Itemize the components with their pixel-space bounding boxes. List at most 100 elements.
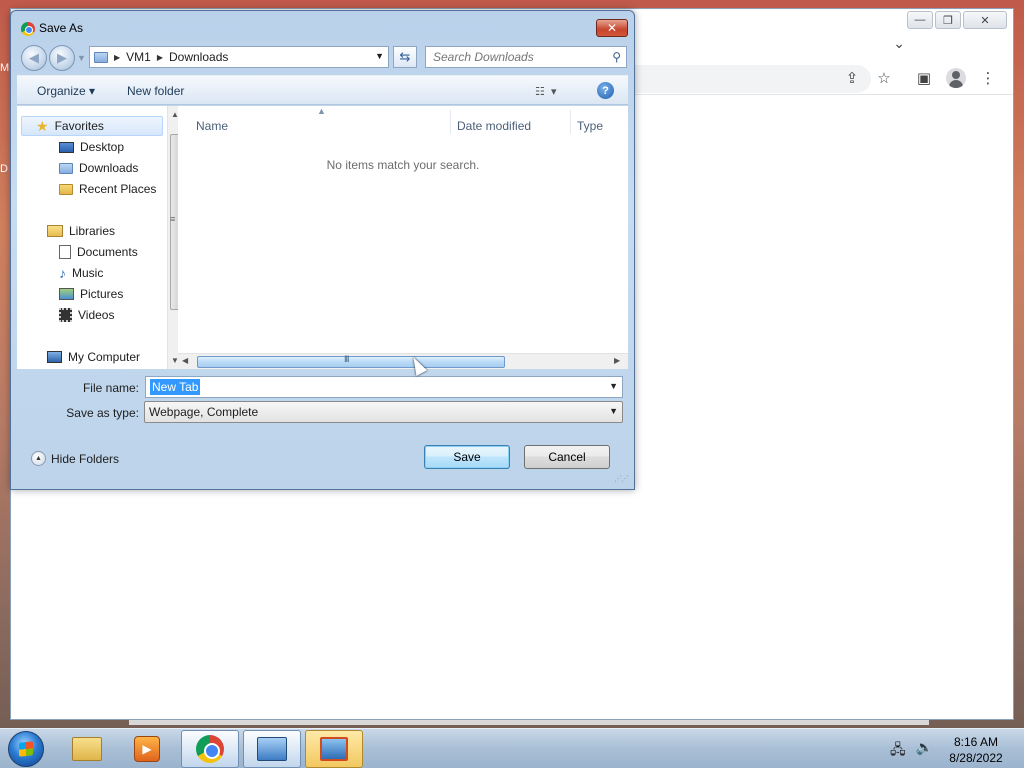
menu-kebab-icon[interactable]: ⋮ <box>977 67 999 89</box>
cancel-button[interactable]: Cancel <box>524 445 610 469</box>
nav-item-my-computer[interactable]: My Computer <box>47 347 140 367</box>
system-clock[interactable]: 8:16 AM 8/28/2022 <box>940 734 1012 766</box>
window-controls: — ❐ ✕ <box>907 11 1007 29</box>
file-name-combobox[interactable]: New Tab ▼ <box>145 376 623 398</box>
breadcrumb-separator-icon[interactable]: ▶ <box>114 53 120 62</box>
column-header-type[interactable]: Type <box>577 119 603 133</box>
documents-icon <box>59 245 71 259</box>
share-icon[interactable]: ⇪ <box>841 67 863 89</box>
nav-item-label: Downloads <box>79 161 139 175</box>
column-header-name[interactable]: Name <box>196 119 228 133</box>
downloads-folder-icon <box>59 162 73 174</box>
folder-icon <box>94 51 108 63</box>
save-as-type-value: Webpage, Complete <box>149 405 259 419</box>
desktop-label-fragment: M <box>0 62 10 74</box>
save-as-type-select[interactable]: Webpage, Complete ▼ <box>144 401 623 423</box>
network-icon[interactable]: 🖧 <box>890 739 906 763</box>
resize-grip-icon[interactable]: ⋰⋰ <box>614 474 629 483</box>
breadcrumb[interactable]: ▶ VM1 ▶ Downloads ▼ <box>89 46 389 68</box>
taskbar-network-app-button[interactable] <box>243 730 301 768</box>
nav-item-label: Videos <box>78 308 115 322</box>
film-strip-icon <box>59 308 72 322</box>
pictures-icon <box>59 288 74 300</box>
nav-item-label: Music <box>72 266 104 280</box>
breadcrumb-item-vm1[interactable]: VM1 <box>126 50 151 64</box>
taskbar-chrome-button[interactable] <box>181 730 239 768</box>
taskbar-explorer-button[interactable] <box>58 730 116 768</box>
scroll-left-arrow-icon[interactable]: ◀ <box>182 356 188 365</box>
desktop-icon <box>59 141 74 153</box>
file-name-input[interactable]: New Tab <box>150 379 201 395</box>
hide-folders-button[interactable]: ▲ Hide Folders <box>31 451 119 466</box>
computer-icon <box>47 351 62 363</box>
star-icon: ★ <box>36 117 49 134</box>
scroll-right-arrow-icon[interactable]: ▶ <box>614 356 620 365</box>
save-button[interactable]: Save <box>424 445 510 469</box>
organize-menu-button[interactable]: Organize ▾ <box>37 84 95 98</box>
nav-item-label: Libraries <box>69 224 116 238</box>
empty-results-message: No items match your search. <box>326 158 480 172</box>
breadcrumb-item-downloads[interactable]: Downloads <box>169 50 228 64</box>
new-folder-button[interactable]: New folder <box>127 84 184 98</box>
forward-arrow-icon[interactable]: ▶ <box>49 45 75 71</box>
help-icon[interactable]: ? <box>597 82 614 99</box>
breadcrumb-separator-icon[interactable]: ▶ <box>157 53 163 62</box>
file-name-dropdown-chevron-icon[interactable]: ▼ <box>609 381 618 391</box>
volume-icon[interactable]: 🔈 <box>916 739 933 763</box>
system-tray: 🖧 🔈 <box>890 739 933 763</box>
search-box[interactable]: ⚲ <box>425 46 627 68</box>
search-input[interactable] <box>426 47 601 67</box>
file-list-horizontal-scrollbar[interactable]: ◀ III ▶ <box>178 353 628 369</box>
search-icon[interactable]: ⚲ <box>612 50 621 64</box>
scrollbar-grip-icon: ≡ <box>170 214 176 224</box>
nav-item-desktop[interactable]: Desktop <box>59 137 124 157</box>
nav-item-favorites[interactable]: ★ Favorites <box>21 116 163 136</box>
scrollbar-grip-icon: III <box>344 354 349 364</box>
network-monitor-icon <box>257 737 287 761</box>
nav-item-downloads[interactable]: Downloads <box>59 158 138 178</box>
nav-item-label: My Computer <box>68 350 141 364</box>
side-panel-icon[interactable]: ▣ <box>913 67 935 89</box>
dialog-close-button[interactable]: ✕ <box>596 19 628 37</box>
libraries-icon <box>47 225 63 237</box>
nav-item-pictures[interactable]: Pictures <box>59 284 123 304</box>
music-note-icon: ♪ <box>59 265 66 281</box>
taskbar: ▶ 🖧 🔈 8:16 AM 8/28/2022 <box>0 728 1024 768</box>
save-as-type-dropdown-chevron-icon[interactable]: ▼ <box>609 406 618 416</box>
nav-item-label: Recent Places <box>79 182 157 196</box>
save-as-dialog: Save As ✕ ◀ ▶ ▼ ▶ VM1 ▶ Downloads ▼ ⇆ ⚲ … <box>10 10 635 490</box>
remote-desktop-icon <box>320 737 348 761</box>
clock-time: 8:16 AM <box>953 735 999 749</box>
scrollbar-thumb[interactable] <box>197 356 505 368</box>
taskbar-remote-desktop-button[interactable] <box>305 730 363 768</box>
nav-item-libraries[interactable]: Libraries <box>47 221 115 241</box>
tab-search-chevron-icon[interactable]: ⌄ <box>893 35 905 52</box>
chrome-toolbar: ⇪ ☆ ▣ ⋮ <box>631 61 1013 95</box>
recent-locations-chevron-icon[interactable]: ▼ <box>77 53 86 63</box>
nav-item-documents[interactable]: Documents <box>59 242 138 262</box>
dialog-title: Save As <box>39 21 84 35</box>
restore-button[interactable]: ❐ <box>935 11 961 29</box>
refresh-button[interactable]: ⇆ <box>393 46 417 68</box>
nav-item-videos[interactable]: Videos <box>59 305 114 325</box>
bookmark-star-icon[interactable]: ☆ <box>873 67 895 89</box>
change-view-icon[interactable]: ☷ ▾ <box>535 85 557 98</box>
address-dropdown-chevron-icon[interactable]: ▼ <box>375 51 384 61</box>
nav-item-label: Documents <box>77 245 138 259</box>
window-close-button[interactable]: ✕ <box>963 11 1007 29</box>
media-player-icon: ▶ <box>134 736 160 762</box>
taskbar-media-player-button[interactable]: ▶ <box>118 730 176 768</box>
profile-avatar-icon[interactable] <box>945 67 967 89</box>
column-header-date-modified[interactable]: Date modified <box>457 119 531 133</box>
address-bar[interactable] <box>631 65 871 93</box>
nav-item-recent-places[interactable]: Recent Places <box>59 179 156 199</box>
column-divider[interactable] <box>450 110 451 134</box>
nav-item-music[interactable]: ♪ Music <box>59 263 103 283</box>
nav-item-label: Favorites <box>54 119 104 133</box>
column-divider[interactable] <box>570 110 571 134</box>
page-horizontal-scrollbar[interactable] <box>129 720 929 725</box>
back-arrow-icon[interactable]: ◀ <box>21 45 47 71</box>
minimize-button[interactable]: — <box>907 11 933 29</box>
start-button[interactable] <box>8 731 44 767</box>
folder-icon <box>72 737 102 761</box>
